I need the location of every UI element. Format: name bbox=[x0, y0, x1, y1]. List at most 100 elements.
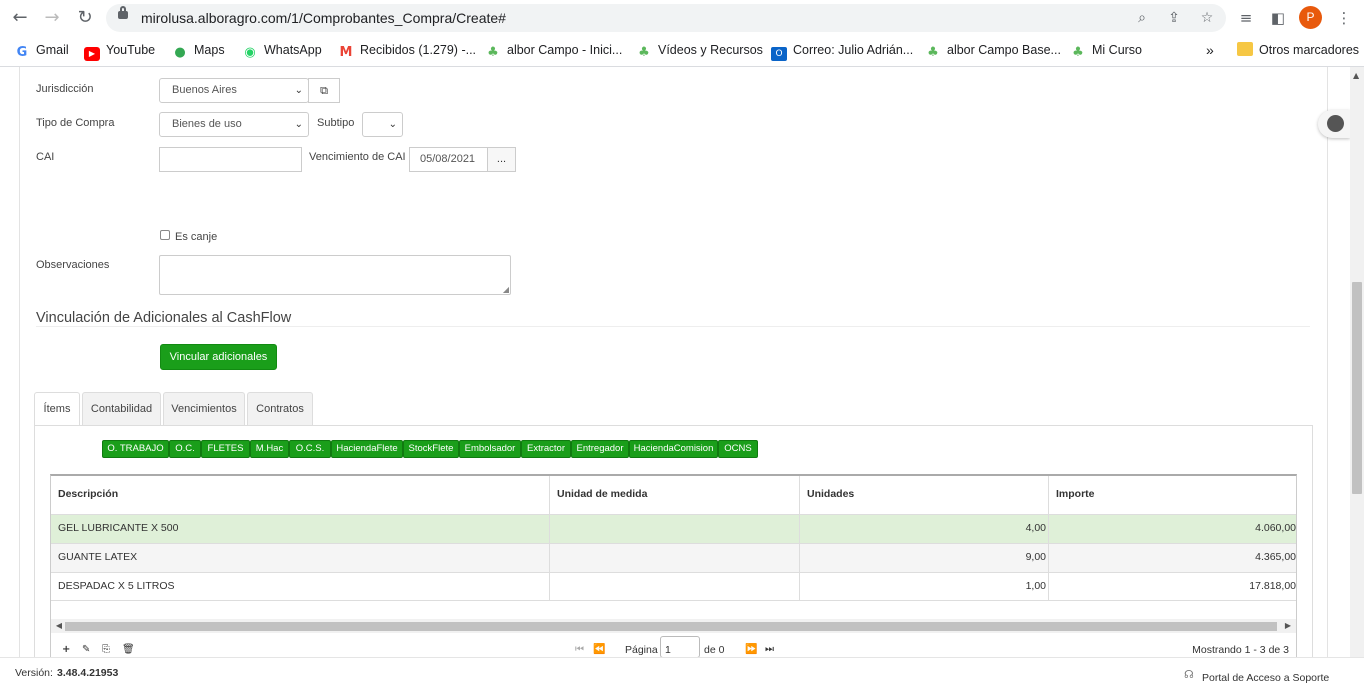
bookmark-mi-curso[interactable]: ♣ Mi Curso bbox=[1070, 41, 1142, 60]
copy-icon[interactable]: ⎘ bbox=[102, 644, 110, 655]
menu-icon[interactable]: ⋮ bbox=[1333, 7, 1355, 29]
first-page-icon[interactable]: ⏮ bbox=[575, 644, 584, 655]
cai-input[interactable] bbox=[159, 147, 302, 172]
page-vertical-scrollbar[interactable]: ▲ bbox=[1350, 67, 1364, 657]
date-picker-button[interactable]: ... bbox=[487, 147, 516, 172]
scroll-up-icon[interactable]: ▲ bbox=[1353, 71, 1359, 80]
folder-icon bbox=[1237, 42, 1253, 56]
bookmark-correo[interactable]: O Correo: Julio Adrián... bbox=[771, 41, 913, 61]
es-canje-label: Es canje bbox=[175, 231, 218, 243]
next-page-icon[interactable]: ⏩ bbox=[745, 644, 757, 655]
page-content: Jurisdicción Buenos Aires ⌄ ⧉ Tipo de Co… bbox=[0, 67, 1350, 657]
page-footer: Versión: 3.48.4.21953 ☊ Portal de Acceso… bbox=[0, 657, 1364, 695]
chip-ocs[interactable]: O.C.S. bbox=[289, 440, 331, 458]
support-portal-link[interactable]: Portal de Acceso a Soporte bbox=[1202, 672, 1329, 684]
zoom-icon[interactable]: ⌕ bbox=[1132, 8, 1152, 28]
page-number-input[interactable]: 1 bbox=[660, 636, 700, 657]
maps-pin-icon: ● bbox=[174, 45, 186, 60]
grid-pager: + ✎ ⎘ 🗑 ⏮ ⏪ Página 1 de 0 ⏩ ⏭ Mostrando … bbox=[50, 636, 1297, 657]
browser-toolbar: ← → ↻ mirolusa.alboragro.com/1/Comproban… bbox=[0, 0, 1364, 36]
youtube-icon: ▶ bbox=[84, 47, 100, 61]
tab-vencimientos[interactable]: Vencimientos bbox=[163, 392, 245, 426]
chip-mhac[interactable]: M.Hac bbox=[250, 440, 289, 458]
tab-contratos[interactable]: Contratos bbox=[247, 392, 313, 426]
tab-contabilidad[interactable]: Contabilidad bbox=[82, 392, 161, 426]
cai-label: CAI bbox=[36, 151, 55, 163]
user-icon bbox=[1327, 115, 1344, 132]
chip-embolsador[interactable]: Embolsador bbox=[459, 440, 521, 458]
bookmarks-bar: G Gmail ▶ YouTube ● Maps ◉ WhatsApp M Recibid… bbox=[0, 36, 1364, 63]
chevron-down-icon: ⌄ bbox=[294, 119, 303, 130]
items-grid: Descripción Unidad de medida Unidades Im… bbox=[50, 474, 1297, 657]
subtipo-label: Subtipo bbox=[317, 117, 355, 129]
side-panel-icon[interactable]: ◧ bbox=[1267, 7, 1289, 29]
jurisdiccion-select[interactable]: Buenos Aires ⌄ bbox=[159, 78, 309, 103]
reading-list-icon[interactable]: ≡ bbox=[1235, 7, 1257, 29]
bookmark-star-icon[interactable]: ☆ bbox=[1197, 8, 1217, 28]
back-icon[interactable]: ← bbox=[8, 6, 32, 30]
version-label: Versión: bbox=[15, 667, 53, 679]
table-row[interactable]: GEL LUBRICANTE X 500 4,00 4.060,00 bbox=[51, 514, 1296, 543]
scroll-right-icon[interactable]: ▶ bbox=[1282, 619, 1294, 633]
table-row[interactable]: GUANTE LATEX 9,00 4.365,00 bbox=[51, 543, 1296, 572]
sprout-icon: ♣ bbox=[638, 45, 650, 60]
resize-handle-icon[interactable]: ◢ bbox=[503, 285, 509, 294]
column-header-descripcion[interactable]: Descripción bbox=[51, 476, 550, 514]
other-bookmarks[interactable]: Otros marcadores bbox=[1237, 41, 1359, 59]
bookmark-maps[interactable]: ● Maps bbox=[172, 41, 224, 60]
observaciones-textarea[interactable]: ◢ bbox=[159, 255, 511, 295]
profile-avatar[interactable]: P bbox=[1299, 6, 1322, 29]
delete-icon[interactable]: 🗑 bbox=[122, 644, 135, 655]
section-divider bbox=[36, 326, 1310, 327]
add-row-icon[interactable]: + bbox=[62, 644, 70, 655]
es-canje-checkbox[interactable] bbox=[160, 230, 170, 240]
address-bar[interactable]: mirolusa.alboragro.com/1/Comprobantes_Co… bbox=[106, 4, 1226, 32]
vincular-adicionales-button[interactable]: Vincular adicionales bbox=[160, 344, 277, 370]
version-value: 3.48.4.21953 bbox=[57, 667, 119, 679]
subtipo-select[interactable]: ⌄ bbox=[362, 112, 403, 137]
chip-o-trabajo[interactable]: O. TRABAJO bbox=[102, 440, 169, 458]
forward-icon[interactable]: → bbox=[40, 6, 64, 30]
scrollbar-thumb[interactable] bbox=[65, 622, 1277, 631]
vencimiento-cai-input[interactable]: 05/08/2021 bbox=[409, 147, 488, 172]
tab-items[interactable]: Ítems bbox=[34, 392, 80, 427]
open-external-button[interactable]: ⧉ bbox=[308, 78, 340, 103]
chevron-down-icon: ⌄ bbox=[388, 119, 397, 130]
chip-oc[interactable]: O.C. bbox=[169, 440, 201, 458]
chip-hacienda-comision[interactable]: HaciendaComision bbox=[629, 440, 718, 458]
column-header-importe[interactable]: Importe bbox=[1049, 476, 1296, 514]
user-panel-button[interactable] bbox=[1318, 110, 1350, 138]
chip-hacienda-flete[interactable]: HaciendaFlete bbox=[331, 440, 403, 458]
tipo-compra-select[interactable]: Bienes de uso ⌄ bbox=[159, 112, 309, 137]
edit-icon[interactable]: ✎ bbox=[82, 644, 90, 655]
bookmark-recibidos[interactable]: M Recibidos (1.279) -... bbox=[338, 41, 477, 60]
chip-extractor[interactable]: Extractor bbox=[521, 440, 571, 458]
bookmark-whatsapp[interactable]: ◉ WhatsApp bbox=[242, 41, 321, 60]
lock-icon bbox=[118, 6, 128, 19]
chip-entregador[interactable]: Entregador bbox=[571, 440, 629, 458]
bookmark-videos-recursos[interactable]: ♣ Vídeos y Recursos bbox=[636, 41, 763, 60]
bookmark-albor-campo-inicio[interactable]: ♣ albor Campo - Inici... bbox=[485, 41, 622, 60]
last-page-icon[interactable]: ⏭ bbox=[765, 644, 774, 655]
chip-ocns[interactable]: OCNS bbox=[718, 440, 758, 458]
gmail-icon: M bbox=[339, 45, 353, 60]
external-link-icon: ⧉ bbox=[320, 84, 328, 97]
share-icon[interactable]: ⇪ bbox=[1164, 8, 1184, 28]
bookmark-albor-campo-base[interactable]: ♣ albor Campo Base... bbox=[925, 41, 1061, 60]
chip-fletes[interactable]: FLETES bbox=[201, 440, 250, 458]
url-text[interactable]: mirolusa.alboragro.com/1/Comprobantes_Co… bbox=[141, 10, 506, 26]
table-row[interactable]: DESPADAC X 5 LITROS 1,00 17.818,00 bbox=[51, 572, 1296, 601]
prev-page-icon[interactable]: ⏪ bbox=[593, 644, 605, 655]
bookmark-gmail[interactable]: G Gmail bbox=[14, 41, 69, 60]
bookmark-youtube[interactable]: ▶ YouTube bbox=[84, 41, 155, 61]
bookmarks-overflow-icon[interactable]: » bbox=[1206, 41, 1214, 59]
chip-stock-flete[interactable]: StockFlete bbox=[403, 440, 459, 458]
grid-horizontal-scrollbar[interactable]: ◀ ▶ bbox=[51, 619, 1296, 633]
outlook-icon: O bbox=[771, 47, 787, 61]
column-header-unidad-medida[interactable]: Unidad de medida bbox=[550, 476, 800, 514]
column-header-unidades[interactable]: Unidades bbox=[800, 476, 1049, 514]
scroll-left-icon[interactable]: ◀ bbox=[53, 619, 65, 633]
scrollbar-thumb[interactable] bbox=[1352, 282, 1362, 494]
reload-icon[interactable]: ↻ bbox=[73, 6, 97, 30]
page-total: de 0 bbox=[704, 644, 725, 656]
